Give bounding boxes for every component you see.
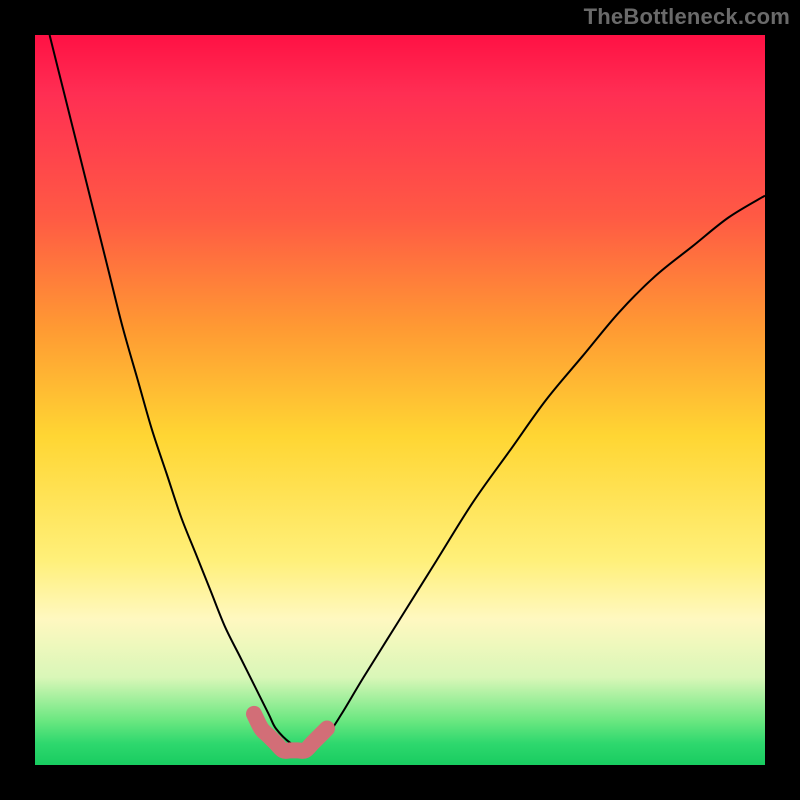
curve-layer <box>35 35 765 765</box>
chart-container: TheBottleneck.com <box>0 0 800 800</box>
watermark-text: TheBottleneck.com <box>584 4 790 30</box>
plot-area <box>35 35 765 765</box>
bottleneck-highlight <box>254 714 327 751</box>
bottleneck-curve <box>50 35 765 752</box>
